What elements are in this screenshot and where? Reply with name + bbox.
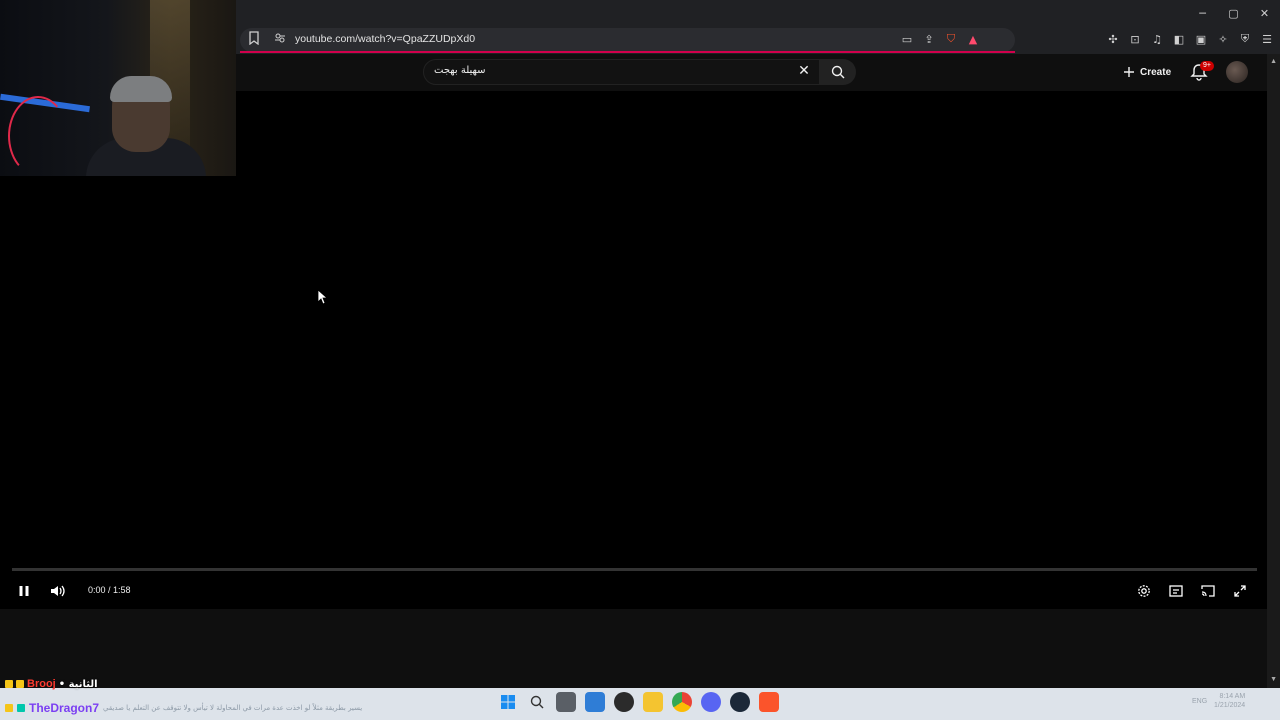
chat-badge-icon [5, 680, 13, 688]
taskbar-icons [498, 692, 779, 712]
bookmark-icon[interactable] [248, 31, 260, 45]
tray-clock-time: 8:14 AM [1219, 693, 1246, 700]
webcam-overlay [0, 0, 236, 176]
tray-clock[interactable]: 8:14 AM 1/21/2024 [1214, 692, 1245, 710]
mute-button[interactable] [49, 583, 67, 599]
address-url[interactable]: youtube.com/watch?v=QpaZZUDpXd0 [295, 33, 475, 45]
chat-badge-icon [5, 704, 13, 712]
discord-icon[interactable] [701, 692, 721, 712]
tray-clock-date: 1/21/2024 [1214, 702, 1246, 709]
extensions-icon[interactable]: ✣ [1106, 32, 1120, 46]
menu-icon[interactable]: ☰ [1260, 32, 1274, 46]
obs-icon[interactable] [614, 692, 634, 712]
scroll-up-arrow-icon[interactable]: ▲ [1270, 58, 1277, 65]
steam-icon[interactable] [730, 692, 750, 712]
browser-actions: ✣ ⊡ ♫ ◧ ▣ ✧ ⛨ ☰ [1106, 30, 1274, 48]
video-time: 0:00 / 1:58 [88, 585, 131, 595]
media-icon[interactable]: ♫ [1150, 32, 1164, 46]
wallet-icon[interactable]: ▣ [1194, 32, 1208, 46]
taskbar-search-icon[interactable] [527, 692, 547, 712]
chat-username: TheDragon7 [29, 701, 100, 715]
clear-search-icon[interactable]: ✕ [797, 64, 811, 78]
settings-button[interactable] [1136, 583, 1152, 599]
window-controls: ─ ▢ ✕ [1187, 0, 1280, 26]
below-player-area [0, 609, 1267, 688]
search-input-value[interactable]: سهيلة بهجت [434, 65, 486, 76]
screen: ─ ▢ ✕ youtube.com/watch?v=QpaZZUDpXd0 ▭ … [0, 0, 1280, 720]
scroll-down-arrow-icon[interactable]: ▼ [1270, 676, 1277, 683]
video-progress-bar[interactable] [12, 568, 1257, 571]
account-avatar[interactable] [1226, 61, 1248, 83]
sidebar-icon[interactable]: ◧ [1172, 32, 1186, 46]
chat-line-1: Brooj • الثانية [5, 677, 98, 691]
theater-icon [1169, 585, 1183, 597]
mouse-cursor-icon [317, 289, 327, 305]
volume-icon [51, 585, 65, 597]
chat-message: يسير بطريقة مثلاً لو اخذت عدة مرات في ال… [103, 704, 363, 712]
tab-search-icon[interactable]: ⊡ [1128, 32, 1142, 46]
install-app-icon[interactable]: ▭ [900, 32, 914, 46]
pause-button[interactable] [16, 583, 32, 599]
page-scrollbar[interactable] [1267, 54, 1280, 688]
plus-icon [1124, 67, 1134, 77]
webcam-cable [8, 96, 68, 176]
tray-language[interactable]: ENG [1192, 698, 1207, 705]
share-icon[interactable]: ⇪ [922, 32, 936, 46]
create-label: Create [1140, 66, 1172, 78]
leo-ai-icon[interactable]: ✧ [1216, 32, 1230, 46]
chat-badge-icon [17, 704, 25, 712]
vpn-icon[interactable]: ⛨ [1238, 32, 1252, 46]
chat-line-2: TheDragon7 يسير بطريقة مثلاً لو اخذت عدة… [5, 700, 362, 716]
chat-message: • الثانية [58, 678, 98, 690]
gear-icon [1138, 585, 1150, 597]
file-explorer-icon[interactable] [643, 692, 663, 712]
fullscreen-icon [1234, 585, 1246, 597]
search-icon [831, 65, 845, 79]
fullscreen-button[interactable] [1232, 583, 1248, 599]
chat-badge-icon [16, 680, 24, 688]
chrome-icon[interactable] [672, 692, 692, 712]
store-icon[interactable] [585, 692, 605, 712]
search-button[interactable] [820, 59, 856, 85]
pause-icon [19, 586, 29, 596]
cast-button[interactable] [1200, 583, 1216, 599]
create-button[interactable]: Create [1117, 61, 1177, 83]
webcam-person-cap [110, 76, 172, 102]
brave-icon[interactable] [759, 692, 779, 712]
maximize-button[interactable]: ▢ [1218, 0, 1249, 26]
address-bar-actions: ▭ ⇪ ⛉ ▲ [900, 30, 980, 48]
notification-badge: 9+ [1200, 61, 1214, 71]
page-loading-bar [240, 51, 1015, 53]
close-window-button[interactable]: ✕ [1249, 0, 1280, 26]
brave-shield-icon[interactable]: ⛉ [944, 32, 958, 46]
start-icon[interactable] [498, 692, 518, 712]
site-settings-icon[interactable] [274, 32, 286, 44]
chat-username: Brooj [27, 678, 56, 690]
brave-rewards-icon[interactable]: ▲ [966, 32, 980, 46]
theater-mode-button[interactable] [1168, 583, 1184, 599]
minimize-button[interactable]: ─ [1187, 0, 1218, 26]
cast-icon [1201, 585, 1215, 597]
task-view-icon[interactable] [556, 692, 576, 712]
